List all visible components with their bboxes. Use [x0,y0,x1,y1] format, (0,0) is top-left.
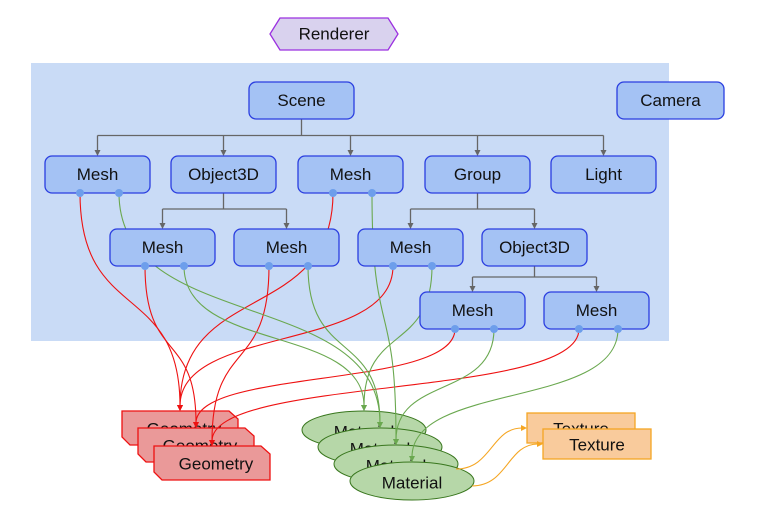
scene-graph-diagram: GeometryGeometryGeometryMaterialMaterial… [0,0,768,510]
scene-node-group[interactable]: Group [424,155,531,194]
scene-node-label: Mesh [266,238,308,257]
geometry-port[interactable] [141,262,149,270]
scene-node-label: Object3D [188,165,259,184]
link-arrow-icon [521,425,527,431]
geometry-port[interactable] [451,325,459,333]
renderer-node[interactable]: Renderer [269,17,399,51]
scene-node-mesh2[interactable]: Mesh [297,155,404,194]
material-port[interactable] [180,262,188,270]
scene-node-mesh7[interactable]: Mesh [543,291,650,330]
texture-label: Texture [569,436,625,455]
texture-link [471,443,539,487]
link-arrow-icon [177,405,183,411]
geometry-port[interactable] [575,325,583,333]
geometry-link [195,328,456,424]
geometry-port[interactable] [329,189,337,197]
scene-node-label: Light [585,165,622,184]
scene-node-label: Mesh [452,301,494,320]
scene-node-mesh1[interactable]: Mesh [44,155,151,194]
texture-link [455,427,523,470]
material-port[interactable] [115,189,123,197]
material-port[interactable] [304,262,312,270]
scene-node-scene[interactable]: Scene [248,81,355,120]
scene-node-obj3d1[interactable]: Object3D [170,155,277,194]
material-label: Material [382,474,442,493]
camera-label: Camera [640,91,701,110]
scene-node-label: Mesh [576,301,618,320]
scene-node-obj3d2[interactable]: Object3D [481,228,588,267]
geometry-port[interactable] [265,262,273,270]
material-node-mat4[interactable]: Material [349,461,475,501]
scene-node-label: Scene [277,91,325,110]
scene-node-mesh5[interactable]: Mesh [357,228,464,267]
texture-node-tex2[interactable]: Texture [542,428,652,460]
geometry-port[interactable] [76,189,84,197]
renderer-label: Renderer [299,25,370,44]
material-port[interactable] [490,325,498,333]
scene-node-label: Object3D [499,238,570,257]
scene-node-label: Group [454,165,501,184]
scene-node-mesh3[interactable]: Mesh [109,228,216,267]
geometry-node-geo3[interactable]: Geometry [153,445,271,481]
diagram-canvas: GeometryGeometryGeometryMaterialMaterial… [31,17,725,501]
scene-node-label: Mesh [390,238,432,257]
link-arrow-icon [361,405,367,411]
geometry-port[interactable] [389,262,397,270]
material-port[interactable] [428,262,436,270]
material-port[interactable] [614,325,622,333]
scene-node-label: Mesh [142,238,184,257]
scene-node-mesh4[interactable]: Mesh [233,228,340,267]
camera-node[interactable]: Camera [616,81,725,120]
scene-node-mesh6[interactable]: Mesh [419,291,526,330]
scene-node-light[interactable]: Light [550,155,657,194]
scene-node-label: Mesh [77,165,119,184]
material-port[interactable] [368,189,376,197]
scene-node-label: Mesh [330,165,372,184]
geometry-label: Geometry [179,455,254,474]
